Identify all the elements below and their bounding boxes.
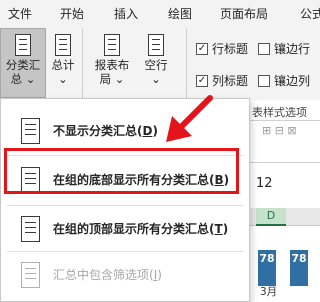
- banded-cols-checkbox[interactable]: 镶边列: [258, 72, 310, 89]
- report-layout-icon: [104, 34, 120, 56]
- checkbox-checked-icon: ✓: [196, 74, 208, 87]
- report-layout-button[interactable]: 报表布 局 ⌄: [92, 34, 132, 86]
- menu-item-label: 汇总中包含筛选项(I): [53, 268, 162, 282]
- divider: [250, 162, 320, 163]
- menu-item-include-filtered: 汇总中包含筛选项(I): [1, 252, 249, 296]
- subtotals-button[interactable]: 分类汇 总 ⌄: [4, 34, 42, 86]
- checkbox-empty-icon: [258, 74, 270, 87]
- banded-rows-checkbox[interactable]: 镶边行: [258, 40, 310, 57]
- table-cell[interactable]: 78: [290, 250, 308, 286]
- tab-page-layout[interactable]: 页面布局: [220, 5, 268, 22]
- tab-insert[interactable]: 插入: [114, 5, 138, 22]
- report-layout-label: 报表布: [94, 58, 130, 72]
- tab-home[interactable]: 开始: [60, 5, 84, 22]
- ribbon-divider: [186, 28, 187, 98]
- menu-item-label: 不显示分类汇总(D): [53, 124, 158, 138]
- menu-item-label: 在组的顶部显示所有分类汇总(T): [53, 222, 229, 236]
- subtotal-none-icon: [21, 118, 40, 144]
- grand-totals-icon: [55, 34, 71, 56]
- formula-value: 12: [256, 176, 273, 191]
- chevron-down-icon: ⌄: [114, 72, 125, 86]
- checkbox-empty-icon: [258, 42, 270, 55]
- divider: [250, 120, 320, 121]
- row-headers-checkbox[interactable]: ✓ 行标题: [196, 40, 248, 57]
- table-style-options-label: 表样式选项: [252, 106, 307, 119]
- grand-totals-button[interactable]: 总计 ⌄: [50, 34, 76, 86]
- subtotals-label: 分类汇: [5, 58, 41, 72]
- tab-file[interactable]: 文件: [8, 5, 32, 22]
- blank-rows-button[interactable]: 空行 ⌄: [140, 34, 172, 86]
- month-label: 3月: [260, 286, 278, 298]
- table-cell[interactable]: 78: [258, 250, 276, 286]
- red-arrow-icon: [166, 95, 213, 142]
- chevron-down-icon: ⌄: [58, 72, 68, 86]
- chevron-down-icon: ⌄: [25, 72, 36, 86]
- menu-item-subtotals-top[interactable]: 在组的顶部显示所有分类汇总(T): [1, 206, 249, 250]
- subtotal-top-icon: [21, 216, 40, 242]
- col-headers-checkbox[interactable]: ✓ 列标题: [196, 72, 248, 89]
- report-layout-label-2: 局: [99, 72, 112, 86]
- blank-rows-label: 空行: [144, 58, 168, 72]
- ribbon-tabs: 文件 开始 插入 绘图 页面布局 公式: [0, 0, 320, 24]
- banded-cols-label: 镶边列: [274, 74, 311, 88]
- tab-draw[interactable]: 绘图: [168, 5, 192, 22]
- table-style-icons[interactable]: ⊞ ⊟ ⊠: [262, 124, 297, 137]
- grand-totals-label: 总计: [51, 58, 75, 72]
- chevron-down-icon: ⌄: [151, 72, 161, 86]
- col-headers-label: 列标题: [212, 74, 249, 88]
- subtotals-label-2: 总: [10, 72, 23, 86]
- column-header-d[interactable]: D: [256, 208, 286, 226]
- row-headers-label: 行标题: [212, 42, 249, 56]
- ribbon-divider: [82, 28, 83, 98]
- checkbox-checked-icon: ✓: [196, 42, 208, 55]
- blank-rows-icon: [148, 34, 164, 56]
- column-headers: D: [250, 208, 320, 226]
- banded-rows-label: 镶边行: [274, 42, 311, 56]
- filter-subtotal-icon: [21, 262, 40, 288]
- tab-formulas[interactable]: 公式: [300, 5, 320, 22]
- subtotal-icon: [15, 34, 31, 56]
- highlight-box: [4, 148, 239, 194]
- ribbon-panel: 分类汇 总 ⌄ 总计 ⌄ 报表布 局 ⌄ 空行 ⌄ ✓ 行标题 镶边行 ✓ 列标…: [0, 24, 320, 100]
